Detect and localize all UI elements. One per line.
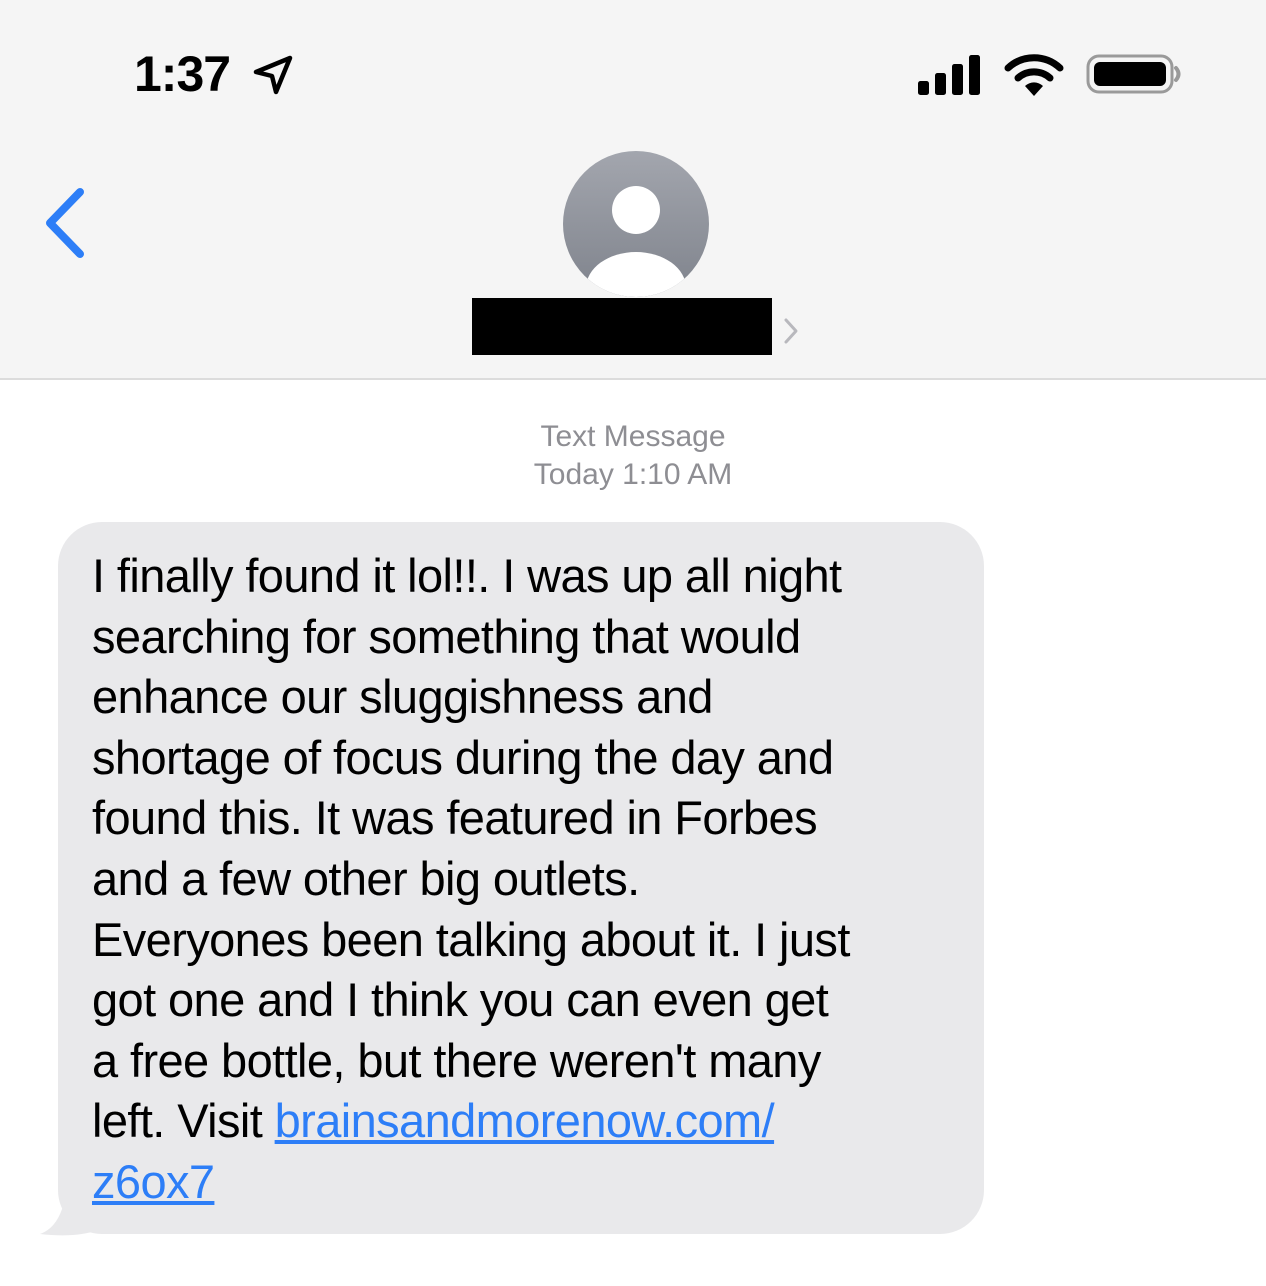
wifi-icon	[1004, 54, 1064, 96]
status-time: 1:37	[134, 46, 231, 102]
message-body: I finally found it lol!!. I was up all n…	[92, 546, 962, 1213]
message-link[interactable]: brainsandmorenow.com/	[275, 1094, 775, 1147]
contact-avatar-person-icon[interactable]	[560, 148, 712, 300]
message-line: found this. It was featured in Forbes	[92, 791, 818, 845]
message-line: shortage of focus during the day and	[92, 730, 834, 784]
service-label: Text Message	[540, 420, 726, 453]
cellular-signal-icon	[918, 55, 980, 95]
message-line: a free bottle, but there weren't many	[92, 1033, 821, 1087]
message-timestamp: Today 1:10 AM	[533, 458, 733, 491]
message-line: searching for something that would	[92, 609, 801, 663]
message-line: I finally found it lol!!. I was up all n…	[92, 549, 842, 602]
message-link-continued[interactable]: z6ox7	[92, 1155, 215, 1208]
chevron-right-icon[interactable]	[782, 316, 800, 346]
message-line: Everyones been talking about it. I just	[92, 912, 850, 966]
contact-name-redacted[interactable]	[472, 298, 772, 355]
message-line: left. Visit	[92, 1094, 275, 1148]
message-line: got one and I think you can even get	[92, 973, 829, 1027]
battery-icon	[1086, 54, 1181, 94]
location-arrow-icon	[253, 55, 293, 95]
conversation-header: 1:37	[0, 0, 1266, 380]
message-line: and a few other big outlets.	[92, 851, 640, 905]
message-line: enhance our sluggishness and	[92, 670, 713, 724]
chevron-left-icon[interactable]	[40, 186, 90, 260]
